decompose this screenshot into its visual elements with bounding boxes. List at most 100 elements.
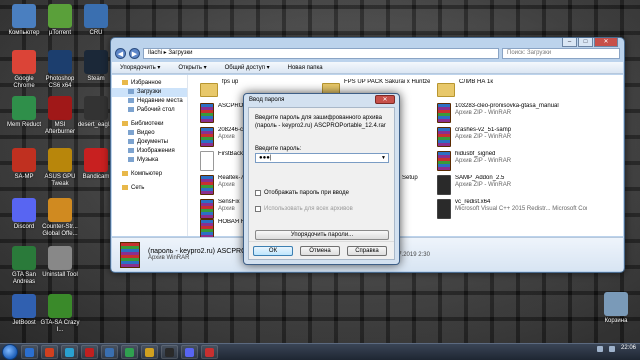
taskbar-app-button[interactable] [101, 345, 118, 359]
chrome-icon [12, 50, 36, 74]
desktop-shortcut[interactable]: Counter-Str... Global Offe... [40, 198, 80, 238]
desktop-shortcut[interactable]: Discord [4, 198, 44, 231]
archive-icon [120, 241, 140, 268]
volume-icon[interactable] [608, 345, 615, 352]
nav-item-label: Загрузки [137, 89, 162, 95]
nav-item[interactable]: Недавние места [112, 97, 187, 106]
file-item[interactable]: crashes-v2_51-samp Архив ZIP - WinRAR [437, 127, 587, 151]
organize-passwords-button[interactable]: Упорядочить пароли... [255, 230, 389, 240]
forward-button[interactable]: ▶ [129, 48, 140, 59]
network-icon[interactable] [596, 345, 603, 352]
computer-icon [12, 4, 36, 28]
maximize-button[interactable]: □ [578, 38, 593, 47]
desktop-shortcut[interactable]: Photoshop CS6 x64 [40, 50, 80, 90]
file-name: hidusbf_signed [455, 151, 496, 157]
nav-item[interactable]: Изображения [112, 147, 187, 156]
dialog-close-button[interactable]: ✕ [375, 95, 395, 104]
address-bar[interactable]: Ilachi ▸ Загрузки [143, 48, 499, 59]
memreduct-icon [12, 96, 36, 120]
toolbar-button[interactable]: Новая папка [288, 65, 323, 71]
desktop-shortcut-label: CRU [89, 30, 103, 36]
desktop-shortcut[interactable]: ASUS GPU Tweak [40, 148, 80, 188]
clock[interactable]: 22:06 [621, 345, 636, 352]
password-dialog[interactable]: Ввод пароля ✕ Введите пароль для зашифро… [243, 93, 400, 265]
desktop-shortcut[interactable]: MSI Afterburner [40, 96, 80, 136]
desktop-shortcut[interactable]: GTA-SA Crazy I... [40, 294, 80, 334]
file-item[interactable]: СЛИВ НА 1к [437, 79, 587, 103]
toolbar-button[interactable]: Общий доступ ▾ [225, 64, 270, 71]
nav-item[interactable]: Документы [112, 138, 187, 147]
nav-item[interactable]: Загрузки [112, 88, 187, 97]
back-button[interactable]: ◀ [115, 48, 126, 59]
file-name: Setup [402, 175, 418, 181]
file-type: Архив [218, 182, 235, 188]
taskbar-app-button[interactable] [201, 345, 218, 359]
desktop-shortcut-label: Uninstall Tool [42, 272, 78, 278]
file-item[interactable]: vc_redist.x64 Microsoft Visual C++ 2015 R… [437, 199, 587, 223]
checkbox-box[interactable] [255, 190, 261, 196]
desktop-shortcut[interactable]: Google Chrome [4, 50, 44, 90]
file-name: Realtek-7 [218, 175, 244, 181]
desktop-shortcut[interactable]: GTA San Andreas [4, 246, 44, 286]
taskbar-app-button[interactable] [141, 345, 158, 359]
taskbar-app-button[interactable] [181, 345, 198, 359]
file-item[interactable]: SAMP_Addon_2.5 Архив ZIP - WinRAR [437, 175, 587, 199]
taskbar-app-button[interactable] [41, 345, 58, 359]
gtasa-icon [12, 246, 36, 270]
taskbar-app-button[interactable] [121, 345, 138, 359]
file-item[interactable]: 103283-cleo-pronisovka-gtasa_manual Архив… [437, 103, 587, 127]
bandicam-icon [84, 148, 108, 172]
archive-icon [437, 127, 451, 147]
search-input[interactable]: Поиск: Загрузки [502, 48, 620, 59]
nav-item[interactable]: Музыка [112, 156, 187, 165]
app-icon [65, 347, 74, 357]
cancel-button[interactable]: Отмена [300, 246, 340, 256]
toolbar-button[interactable]: Открыть ▾ [178, 64, 206, 71]
desktop-shortcut-label: GTA-SA Crazy I... [40, 320, 80, 333]
checkbox-box [255, 206, 261, 212]
desktop-shortcut[interactable]: Корзина [596, 292, 636, 325]
minimize-button[interactable]: – [562, 38, 577, 47]
star-icon [122, 79, 128, 85]
nav-item[interactable]: Рабочий стол [112, 106, 187, 115]
password-input[interactable]: ●●●| ▼ [255, 153, 389, 163]
nav-item[interactable]: Библиотеки [112, 120, 187, 129]
help-button[interactable]: Справка [347, 246, 387, 256]
ok-button[interactable]: ОК [253, 246, 293, 256]
file-name: fps up [222, 79, 239, 85]
chevron-down-icon[interactable]: ▼ [381, 154, 386, 162]
taskbar-app-button[interactable] [81, 345, 98, 359]
close-button[interactable]: ✕ [594, 38, 618, 47]
file-name: 103283-cleo-pronisovka-gtasa_manual [455, 103, 559, 109]
desktop-shortcut[interactable]: JetBoost [4, 294, 44, 327]
file-name: FirstBack [218, 151, 244, 157]
toolbar-button[interactable]: Упорядочить ▾ [120, 64, 160, 71]
nav-item[interactable]: Сеть [112, 184, 187, 193]
archive-icon [200, 219, 214, 239]
nav-item-label: Рабочий стол [137, 107, 175, 113]
nav-item[interactable]: Видео [112, 129, 187, 138]
taskbar: 22:06 [0, 343, 640, 360]
desktop-shortcut[interactable]: µTorrent [40, 4, 80, 37]
system-tray: 22:06 [596, 345, 636, 352]
folder-icon [128, 106, 134, 112]
app-icon [125, 347, 134, 357]
desktop-shortcut[interactable]: Mem Reduct [4, 96, 44, 129]
nav-item[interactable]: Компьютер [112, 170, 187, 179]
nav-item-label: Документы [137, 139, 168, 145]
desktop-shortcut[interactable]: SA-MP [4, 148, 44, 181]
nav-item[interactable]: Избранное [112, 79, 187, 88]
desktop-shortcut[interactable]: CRU [76, 4, 116, 37]
taskbar-app-button[interactable] [161, 345, 178, 359]
file-name: 208246-c [218, 127, 244, 133]
desktop-shortcut[interactable]: Uninstall Tool [40, 246, 80, 279]
nav-item-label: Видео [137, 130, 155, 136]
taskbar-app-button[interactable] [61, 345, 78, 359]
app-icon [165, 347, 174, 357]
start-button[interactable] [2, 344, 18, 360]
file-item[interactable]: hidusbf_signed Архив ZIP - WinRAR [437, 151, 587, 175]
taskbar-app-button[interactable] [21, 345, 38, 359]
file-type: Архив ZIP - WinRAR [455, 110, 512, 116]
desktop-shortcut[interactable]: Компьютер [4, 4, 44, 37]
show-password-checkbox[interactable]: Отображать пароль при вводе [255, 190, 349, 196]
